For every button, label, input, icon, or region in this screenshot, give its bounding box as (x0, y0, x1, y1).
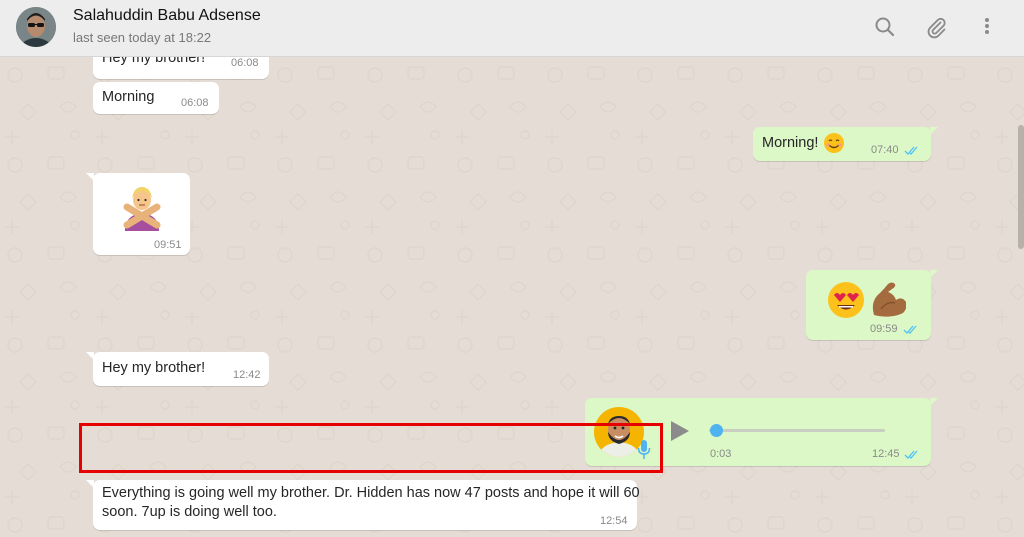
message-time: 12:45 (872, 448, 900, 460)
bubble-tail (86, 480, 94, 488)
contact-name[interactable]: Salahuddin Babu Adsense (73, 7, 261, 25)
chat-header: Salahuddin Babu Adsense last seen today … (0, 0, 1024, 57)
message-time: 12:54 (600, 515, 628, 527)
message-outgoing[interactable]: 09:59 (806, 270, 938, 340)
bubble-tail (86, 352, 94, 360)
attach-icon[interactable] (923, 14, 949, 40)
contact-last-seen: last seen today at 18:22 (73, 30, 212, 45)
message-time: 06:08 (181, 97, 209, 109)
message-outgoing[interactable]: Morning! 07:40 (753, 127, 938, 161)
voice-progress-track[interactable] (709, 429, 885, 432)
read-ticks-icon (904, 146, 918, 155)
message-time: 06:08 (231, 57, 259, 69)
heart-eyes-emoji (828, 282, 864, 318)
bubble-tail (930, 398, 938, 406)
message-incoming[interactable]: 09:51 (86, 173, 190, 255)
read-ticks-icon (904, 450, 918, 459)
smiling-face-emoji (824, 133, 844, 153)
message-time: 12:42 (233, 369, 261, 381)
flexed-biceps-emoji (872, 282, 906, 317)
message-text: Morning (102, 89, 155, 105)
play-icon[interactable] (669, 419, 691, 443)
read-ticks-icon (903, 325, 917, 334)
scrollbar[interactable] (1018, 125, 1024, 249)
message-incoming[interactable]: Morning 06:08 (93, 82, 219, 114)
person-gesturing-no-emoji (123, 187, 161, 231)
message-incoming[interactable]: Everything is going well my brother. Dr.… (86, 480, 640, 530)
message-text-line-2: soon. 7up is doing well too. (102, 504, 277, 520)
message-text-line-1: Everything is going well my brother. Dr.… (102, 485, 640, 501)
message-time: 07:40 (871, 144, 899, 156)
bubble-tail (930, 127, 938, 135)
message-incoming[interactable]: Hey my brother! 06:08 (93, 57, 269, 79)
voice-progress-thumb[interactable] (710, 424, 723, 437)
menu-icon[interactable] (974, 14, 1000, 40)
message-text: Morning! (762, 135, 819, 151)
message-text: Hey my brother! (102, 360, 206, 376)
contact-avatar[interactable] (16, 7, 56, 47)
message-text: Hey my brother! (102, 57, 206, 66)
message-incoming[interactable]: Hey my brother! 12:42 (86, 352, 269, 386)
message-time: 09:59 (870, 323, 898, 335)
message-time: 09:51 (154, 239, 182, 251)
search-icon[interactable] (872, 14, 898, 40)
bubble-tail (86, 173, 94, 181)
highlight-box (79, 423, 663, 473)
voice-duration: 0:03 (710, 448, 732, 460)
bubble-tail (930, 270, 938, 278)
